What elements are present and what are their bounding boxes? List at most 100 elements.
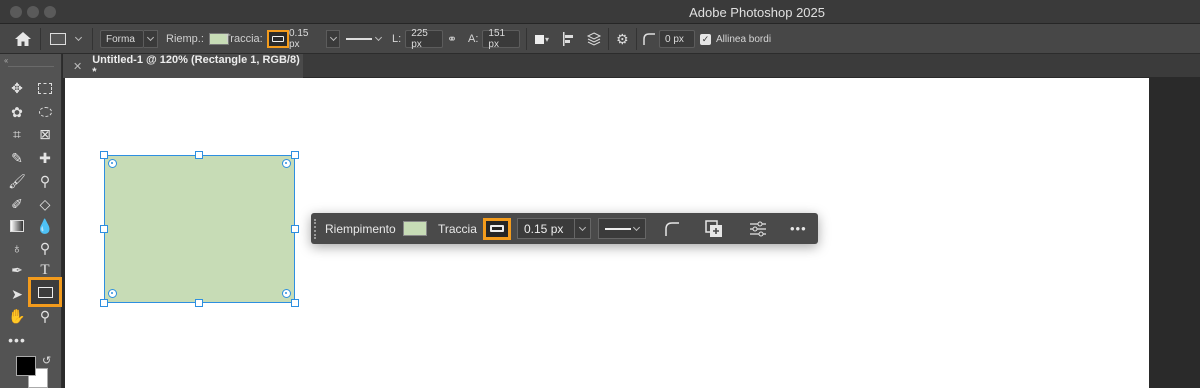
drag-handle[interactable]: [314, 219, 317, 239]
blur-icon: 💧: [36, 217, 54, 234]
hand-tool[interactable]: ✋: [6, 306, 28, 326]
ctx-new-shape-button[interactable]: [705, 213, 723, 244]
link-dimensions-button[interactable]: ⚭: [447, 29, 457, 49]
checkmark-icon: ✓: [700, 33, 711, 45]
transform-handle[interactable]: [195, 151, 203, 159]
dodge-icon: ♁: [11, 240, 23, 256]
history-brush-tool[interactable]: ✐: [6, 194, 28, 214]
width-field[interactable]: 225 px: [405, 28, 444, 50]
ctx-stroke-type-dropdown[interactable]: [598, 213, 646, 244]
home-icon: [15, 32, 31, 46]
sliders-icon: [750, 221, 766, 236]
dodge-zoom-tool[interactable]: ⚲: [34, 238, 56, 258]
link-icon: ⚭: [447, 32, 458, 46]
eyedropper-tool[interactable]: ✎: [6, 148, 28, 168]
ctx-fill-label: Riempimento: [325, 221, 396, 236]
dodge-tool[interactable]: ♁: [6, 238, 28, 258]
close-window-button[interactable]: [10, 6, 22, 18]
transform-handle[interactable]: [291, 225, 299, 233]
home-button[interactable]: [14, 29, 32, 49]
corner-radius-field[interactable]: 0 px: [659, 30, 695, 48]
eyedropper-icon: ✎: [11, 149, 23, 166]
corner-radius-icon: [643, 33, 655, 45]
path-select-tool[interactable]: ➤: [6, 284, 28, 304]
eraser-tool[interactable]: ◇: [34, 194, 56, 214]
transform-handle[interactable]: [291, 151, 299, 159]
rectangle-icon: [37, 286, 53, 298]
stroke-width-field[interactable]: 0.15 px: [284, 28, 340, 50]
fill-label: Riemp.:: [166, 33, 204, 45]
blur-tool[interactable]: 💧: [34, 216, 56, 236]
add-shape-icon: [705, 219, 722, 237]
gear-icon: ⚙: [616, 30, 629, 47]
corner-radius-widget[interactable]: [282, 289, 291, 298]
transform-handle[interactable]: [291, 299, 299, 307]
edit-toolbar-button[interactable]: •••: [6, 330, 28, 350]
corner-radius-widget[interactable]: [282, 159, 291, 168]
foreground-color-swatch[interactable]: [16, 356, 36, 376]
ctx-properties-button[interactable]: [749, 213, 767, 244]
path-arrangement-button[interactable]: [586, 29, 602, 49]
ctx-stroke-width-value: 0.15 px: [517, 218, 575, 239]
ctx-more-options-button[interactable]: •••: [790, 213, 807, 244]
path-operations-button[interactable]: ▾: [535, 29, 549, 49]
transform-handle[interactable]: [100, 225, 108, 233]
frame-tool[interactable]: ⊠: [34, 124, 56, 144]
stroke-width-dropdown[interactable]: [326, 30, 340, 48]
transform-handle[interactable]: [100, 151, 108, 159]
type-tool[interactable]: T: [34, 260, 56, 280]
zoom-tool[interactable]: ⚲: [34, 306, 56, 326]
transform-handle[interactable]: [195, 299, 203, 307]
brush-icon: 🖌: [8, 172, 26, 189]
corner-radius-widget[interactable]: [108, 159, 117, 168]
app-title: Adobe Photoshop 2025: [689, 5, 825, 20]
stroke-label: Traccia:: [224, 33, 263, 45]
ctx-stroke-width-dropdown[interactable]: [575, 218, 591, 239]
marquee-tool[interactable]: [34, 78, 56, 98]
lasso-tool[interactable]: [34, 102, 56, 122]
align-edges-checkbox[interactable]: ✓ Allinea bordi: [700, 29, 771, 49]
tool-preset-picker[interactable]: [50, 29, 83, 49]
zoom-window-button[interactable]: [44, 6, 56, 18]
mode-value: Forma: [100, 30, 144, 48]
rectangle-tool[interactable]: [28, 277, 62, 307]
rectangle-shape[interactable]: [104, 155, 295, 303]
stamp-tool[interactable]: ⚲: [34, 171, 56, 191]
ctx-stroke-swatch-button[interactable]: [482, 217, 511, 240]
ctx-stroke-width-field[interactable]: 0.15 px: [517, 213, 591, 244]
gradient-icon: [10, 220, 24, 232]
crop-tool[interactable]: ⌗: [6, 124, 28, 144]
transform-handle[interactable]: [100, 299, 108, 307]
height-field[interactable]: 151 px: [482, 28, 521, 50]
mode-dropdown[interactable]: Forma: [100, 29, 158, 49]
stroke-type-dropdown[interactable]: [346, 29, 383, 49]
more-icon: •••: [790, 221, 807, 236]
brush-tool[interactable]: 🖌: [6, 171, 28, 191]
path-operations-icon: [535, 34, 544, 44]
lasso-icon: [38, 107, 52, 117]
path-alignment-button[interactable]: [562, 29, 576, 49]
settings-button[interactable]: ⚙: [616, 29, 629, 49]
close-tab-icon[interactable]: ✕: [73, 60, 82, 73]
minimize-window-button[interactable]: [27, 6, 39, 18]
align-icon: [563, 32, 573, 46]
history-brush-icon: ✐: [11, 195, 23, 212]
pasteboard: [1149, 78, 1200, 388]
move-tool[interactable]: ✥: [6, 78, 28, 98]
width-label: L:: [392, 33, 402, 45]
gradient-tool[interactable]: [6, 216, 28, 236]
pen-tool[interactable]: ✒: [6, 260, 28, 280]
ctx-corner-radius-button[interactable]: [663, 213, 681, 244]
tools-panel: ‹‹ ✥ ✿ ⌗ ⊠ ✎ ✚ 🖌 ⚲ ✐ ◇ 💧 ♁ ⚲ ✒ T ➤ ✋ ⚲ •…: [0, 54, 62, 388]
document-tab[interactable]: ✕ Untitled-1 @ 120% (Rectangle 1, RGB/8)…: [63, 54, 303, 78]
options-bar: Forma Riemp.: Traccia: 0.15 px L: 225 px…: [0, 24, 1200, 54]
marquee-icon: [38, 82, 52, 94]
magnifier-icon: ⚲: [39, 239, 51, 256]
collapse-toolbar-icon[interactable]: ‹‹: [4, 56, 8, 65]
swap-colors-icon[interactable]: ↺: [42, 354, 51, 367]
object-select-tool[interactable]: ✿: [6, 102, 28, 122]
ctx-fill-swatch[interactable]: [402, 221, 427, 236]
corner-radius-widget[interactable]: [108, 289, 117, 298]
healing-tool[interactable]: ✚: [34, 148, 56, 168]
zoom-icon: ⚲: [39, 307, 51, 324]
